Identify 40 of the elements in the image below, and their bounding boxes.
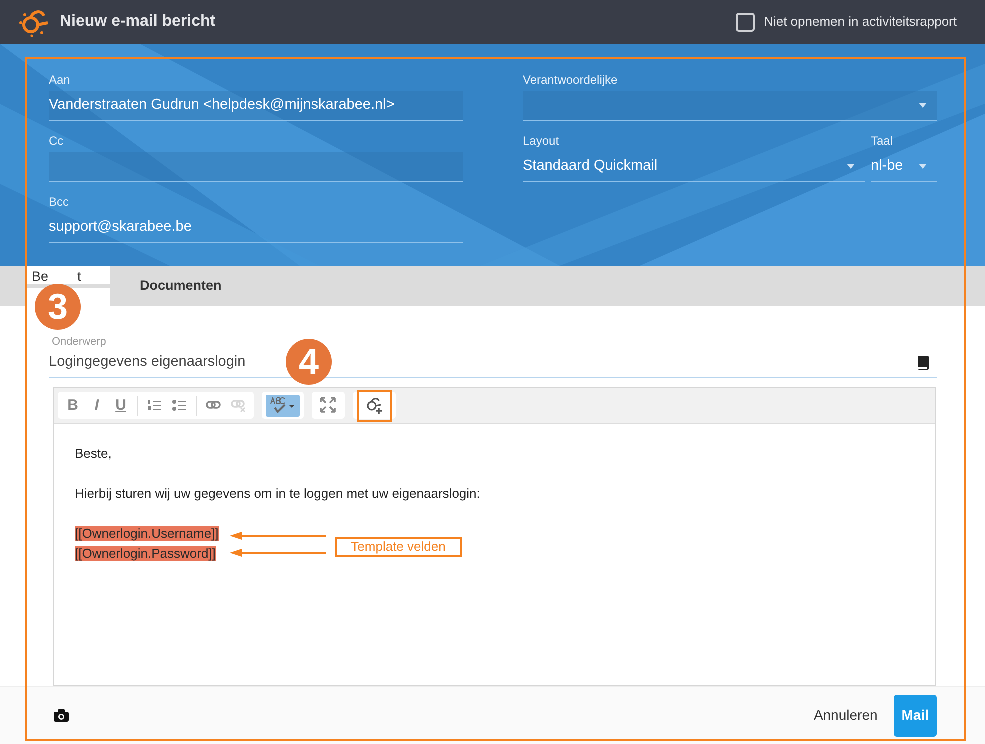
body-text: Hierbij sturen wij uw gegevens om in te loggen met uw eigenaarslogin: — [75, 486, 480, 501]
template-field: [[Ownerlogin.Password]] — [75, 546, 216, 561]
camera-icon[interactable] — [54, 709, 69, 722]
caret-icon — [919, 164, 927, 169]
tab[interactable]: Be t — [25, 266, 110, 284]
bullet-list-icon[interactable] — [172, 398, 187, 413]
cancel-button[interactable]: Annuleren — [808, 699, 884, 732]
input-field[interactable]: Vanderstraaten Gudrun <helpdesk@mijnskarabee.nl> — [49, 91, 463, 121]
template-field: [[Ownerlogin.Username]] — [75, 526, 219, 541]
step-badge: 3 — [35, 284, 81, 330]
template-icon — [366, 397, 383, 414]
dropdown-field[interactable]: nl-be — [871, 152, 937, 182]
step-badge: 4 — [286, 339, 332, 385]
checkbox[interactable] — [736, 12, 756, 32]
bold-button[interactable]: B — [62, 394, 84, 416]
field-label: Layout — [523, 133, 560, 149]
italic-button[interactable]: I — [86, 394, 108, 416]
checkbox-label: Niet opnemen in activiteitsrapport — [764, 13, 957, 32]
field-label: Verantwoordelijke — [523, 72, 619, 88]
dropdown-field[interactable] — [523, 91, 937, 121]
body-text: Beste, — [75, 446, 112, 461]
window-title: Nieuw e-mail bericht — [60, 12, 217, 32]
field-label: Cc — [49, 133, 65, 149]
field-label: Bcc — [49, 194, 70, 210]
caret-icon — [919, 103, 927, 108]
field-label: Taal — [871, 133, 894, 149]
book-icon — [917, 356, 929, 370]
spellcheck-button[interactable] — [266, 394, 300, 416]
ordered-list-icon[interactable] — [147, 398, 162, 413]
caret-icon — [847, 164, 855, 169]
field-label: Onderwerp — [51, 335, 108, 348]
maximize-icon — [320, 397, 337, 414]
dropdown-field[interactable]: Standaard Quickmail — [523, 152, 865, 182]
mail-button[interactable]: Mail — [894, 694, 937, 736]
input-field[interactable]: support@skarabee.be — [49, 213, 463, 243]
callout-label: Template velden — [335, 537, 462, 557]
input-field[interactable] — [49, 152, 463, 182]
spellcheck-icon — [270, 397, 296, 414]
field-label: Aan — [49, 72, 72, 88]
underline-button[interactable]: U — [110, 394, 132, 416]
